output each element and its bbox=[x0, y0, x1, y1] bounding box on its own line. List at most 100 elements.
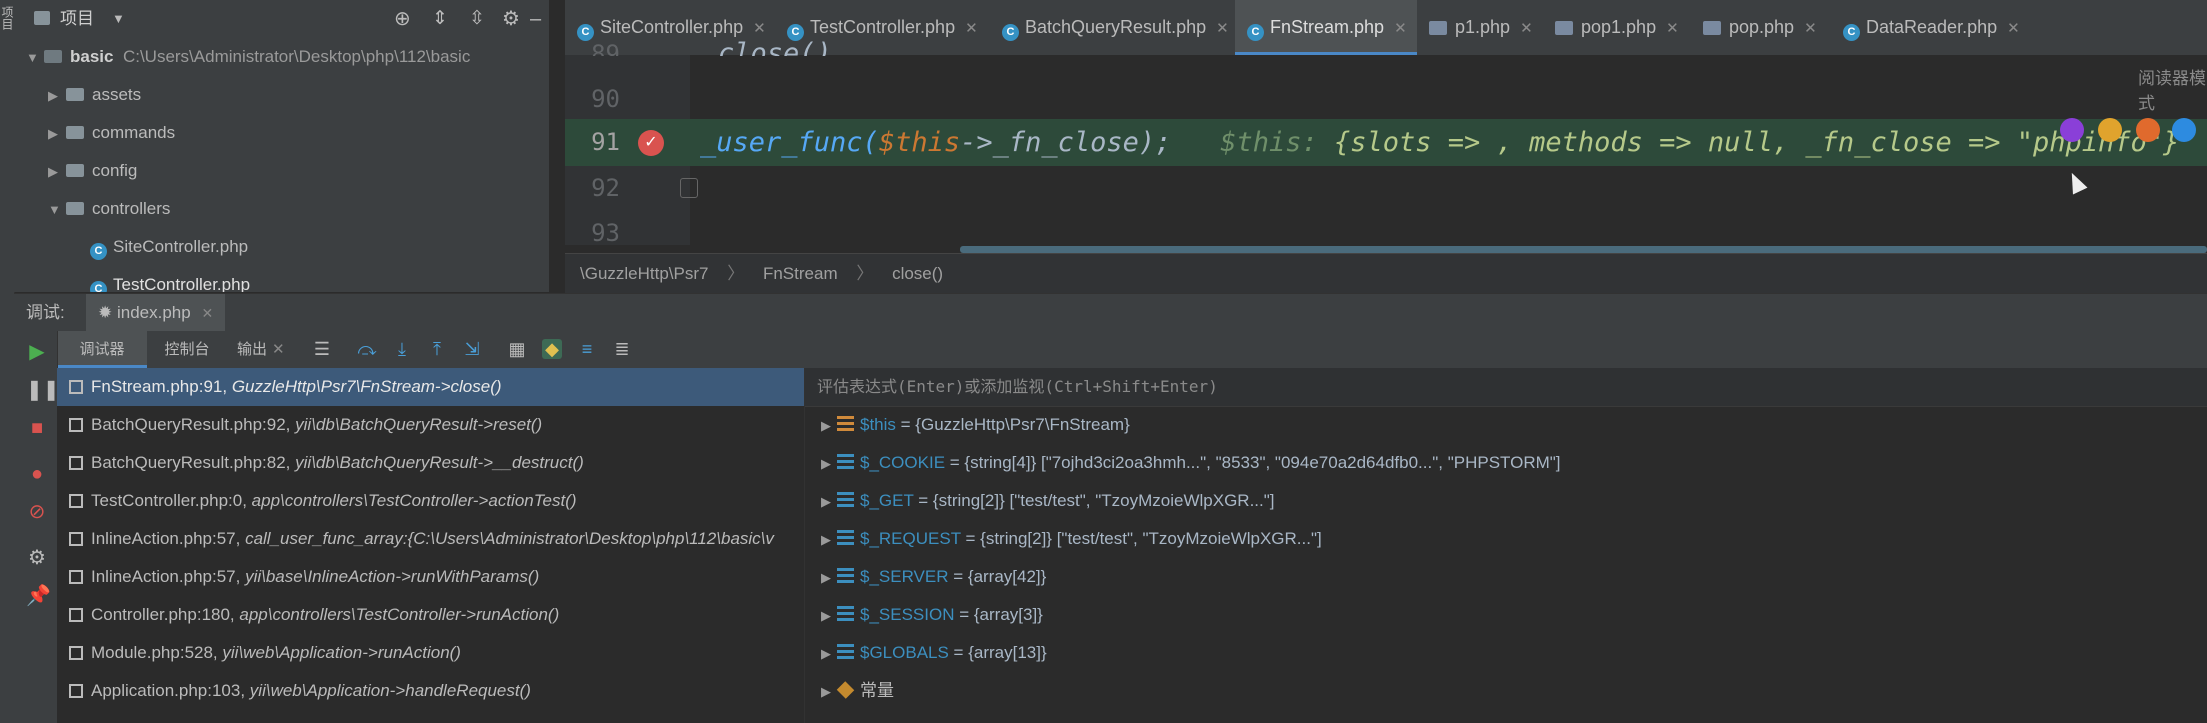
variable-row[interactable]: ▶ $_GET = {string[2]} ["test/test", "Tzoy… bbox=[805, 482, 1275, 520]
folder-icon bbox=[66, 88, 84, 101]
evaluate-icon[interactable]: ▦ bbox=[507, 339, 527, 359]
close-icon[interactable]: ✕ bbox=[272, 331, 285, 368]
close-icon[interactable]: ✕ bbox=[753, 20, 766, 37]
chevron-down-icon[interactable]: ▼ bbox=[48, 191, 66, 229]
chevron-right-icon[interactable]: ▶ bbox=[48, 115, 66, 153]
horizontal-scrollbar[interactable] bbox=[960, 246, 2207, 253]
chevron-right-icon[interactable]: ▶ bbox=[815, 597, 837, 635]
tab-console[interactable]: 控制台 bbox=[147, 331, 227, 368]
add-watch-icon[interactable]: ≣ bbox=[612, 339, 632, 359]
frame-row[interactable]: FnStream.php:91, GuzzleHttp\Psr7\FnStrea… bbox=[57, 368, 804, 406]
project-tool-label[interactable]: 项目 bbox=[0, 6, 14, 30]
chevron-right-icon[interactable]: ▶ bbox=[815, 559, 837, 597]
frames-list-icon[interactable]: ≡ bbox=[577, 339, 597, 359]
stop-icon[interactable]: ■ bbox=[26, 417, 48, 439]
evaluate-expression-input[interactable]: 评估表达式(Enter)或添加监视(Ctrl+Shift+Enter) bbox=[805, 368, 2207, 407]
frame-icon bbox=[69, 532, 83, 546]
pin-icon[interactable]: 📌 bbox=[26, 585, 51, 607]
breadcrumb-item[interactable]: \GuzzleHttp\Psr7 bbox=[580, 264, 709, 283]
pause-icon[interactable]: ❚❚ bbox=[26, 379, 60, 401]
breakpoint-icon[interactable]: ✓ bbox=[638, 130, 664, 156]
frame-method: GuzzleHttp\Psr7\FnStream->close() bbox=[231, 377, 502, 396]
collapse-all-icon[interactable]: ⇳ bbox=[469, 0, 485, 38]
tab-batchqueryresult[interactable]: C BatchQueryResult.php ✕ bbox=[990, 0, 1235, 55]
resume-icon[interactable]: ▶ bbox=[26, 341, 48, 363]
show-execution-point-icon[interactable]: ☰ bbox=[312, 339, 332, 359]
chrome-browser-icon[interactable] bbox=[2098, 118, 2122, 142]
frame-row[interactable]: Controller.php:180, app\controllers\Test… bbox=[57, 596, 804, 634]
close-icon[interactable]: ✕ bbox=[1804, 20, 1817, 37]
variable-row[interactable]: ▶ $_COOKIE = {string[4]} ["7ojhd3ci2oa3hm… bbox=[805, 444, 1561, 482]
tab-debugger[interactable]: 调试器 bbox=[57, 331, 147, 368]
hide-panel-icon[interactable]: – bbox=[530, 0, 541, 38]
watch-icon[interactable]: ◆ bbox=[542, 339, 562, 359]
tree-item-commands[interactable]: ▶ commands bbox=[48, 114, 175, 152]
frame-row[interactable]: TestController.php:0, app\controllers\Te… bbox=[57, 482, 804, 520]
step-into-icon[interactable]: ⤓ bbox=[392, 339, 412, 359]
tree-item-testcontroller[interactable]: C TestController.php bbox=[90, 266, 250, 292]
chevron-down-icon[interactable]: ▼ bbox=[112, 0, 125, 38]
run-to-cursor-icon[interactable]: ⇲ bbox=[462, 339, 482, 359]
reader-mode-link[interactable]: 阅读器模式 bbox=[2138, 64, 2207, 114]
expand-all-icon[interactable]: ⇕ bbox=[432, 0, 448, 38]
tree-item-controllers[interactable]: ▼ controllers bbox=[48, 190, 170, 228]
chevron-right-icon[interactable]: ▶ bbox=[815, 635, 837, 673]
close-icon[interactable]: ✕ bbox=[1216, 20, 1229, 37]
chevron-down-icon[interactable]: ▼ bbox=[26, 39, 44, 77]
mute-breakpoints-icon[interactable]: ⊘ bbox=[26, 501, 48, 523]
close-icon[interactable]: ✕ bbox=[965, 20, 978, 37]
variable-row[interactable]: ▶ 常量 bbox=[805, 672, 894, 710]
locate-icon[interactable]: ⊕ bbox=[394, 0, 411, 38]
tree-item-sitecontroller[interactable]: C SiteController.php bbox=[90, 228, 248, 266]
view-breakpoints-icon[interactable]: ● bbox=[26, 463, 48, 485]
fold-icon[interactable] bbox=[680, 178, 698, 198]
step-out-icon[interactable]: ⤒ bbox=[427, 339, 447, 359]
frame-file: FnStream.php:91, bbox=[91, 377, 228, 396]
close-icon[interactable]: ✕ bbox=[1394, 20, 1407, 37]
tab-fnstream[interactable]: C FnStream.php ✕ bbox=[1235, 0, 1417, 55]
tab-p1[interactable]: p1.php ✕ bbox=[1417, 0, 1543, 55]
breadcrumb-item[interactable]: FnStream bbox=[763, 264, 838, 283]
variable-row[interactable]: ▶ $_REQUEST = {string[2]} ["test/test", "… bbox=[805, 520, 1322, 558]
step-over-icon[interactable]: ⤼ bbox=[357, 339, 377, 359]
variable-row[interactable]: ▶ $GLOBALS = {array[13]} bbox=[805, 634, 1047, 672]
variable-row[interactable]: ▶ $this = {GuzzleHttp\Psr7\FnStream} bbox=[805, 406, 1130, 444]
close-icon[interactable]: ✕ bbox=[201, 305, 213, 321]
frame-row[interactable]: BatchQueryResult.php:82, yii\db\BatchQue… bbox=[57, 444, 804, 482]
phpstorm-browser-icon[interactable] bbox=[2060, 118, 2084, 142]
frame-row[interactable]: Module.php:528, yii\web\Application->run… bbox=[57, 634, 804, 672]
frame-row[interactable]: Application.php:103, yii\web\Application… bbox=[57, 672, 804, 710]
chevron-right-icon[interactable]: ▶ bbox=[48, 153, 66, 191]
gear-icon[interactable]: ⚙ bbox=[502, 0, 520, 38]
breadcrumb-item[interactable]: close() bbox=[892, 264, 943, 283]
gear-icon[interactable]: ⚙ bbox=[26, 547, 48, 569]
chevron-right-icon[interactable]: ▶ bbox=[815, 483, 837, 521]
close-icon[interactable]: ✕ bbox=[2007, 20, 2020, 37]
tab-output[interactable]: 输出 bbox=[227, 331, 277, 368]
frame-row[interactable]: InlineAction.php:57, yii\base\InlineActi… bbox=[57, 558, 804, 596]
variable-row[interactable]: ▶ $_SESSION = {array[3]} bbox=[805, 596, 1043, 634]
close-icon[interactable]: ✕ bbox=[1520, 20, 1533, 37]
code-line-89: close() bbox=[718, 38, 832, 56]
debug-session-tab[interactable]: ✹ index.php ✕ bbox=[86, 294, 226, 332]
tree-item-config[interactable]: ▶ config bbox=[48, 152, 137, 190]
frame-icon bbox=[69, 608, 83, 622]
firefox-browser-icon[interactable] bbox=[2136, 118, 2160, 142]
chevron-right-icon[interactable]: ▶ bbox=[48, 77, 66, 115]
project-panel-title[interactable]: 项目 bbox=[60, 0, 94, 38]
tab-datareader[interactable]: C DataReader.php ✕ bbox=[1831, 0, 2041, 55]
close-icon[interactable]: ✕ bbox=[1666, 20, 1679, 37]
chevron-right-icon[interactable]: ▶ bbox=[815, 673, 837, 711]
chevron-right-icon[interactable]: ▶ bbox=[815, 521, 837, 559]
variable-row[interactable]: ▶ $_SERVER = {array[42]} bbox=[805, 558, 1046, 596]
folder-icon bbox=[66, 202, 84, 215]
chevron-right-icon[interactable]: ▶ bbox=[815, 445, 837, 483]
tree-item-assets[interactable]: ▶ assets bbox=[48, 76, 141, 114]
edge-browser-icon[interactable] bbox=[2172, 118, 2196, 142]
tree-root-basic[interactable]: ▼ basic C:\Users\Administrator\Desktop\ph… bbox=[26, 38, 470, 76]
tab-pop[interactable]: pop.php ✕ bbox=[1691, 0, 1831, 55]
frame-row[interactable]: BatchQueryResult.php:92, yii\db\BatchQue… bbox=[57, 406, 804, 444]
frame-row[interactable]: InlineAction.php:57, call_user_func_arra… bbox=[57, 520, 804, 558]
tab-pop1[interactable]: pop1.php ✕ bbox=[1543, 0, 1691, 55]
chevron-right-icon[interactable]: ▶ bbox=[815, 407, 837, 445]
